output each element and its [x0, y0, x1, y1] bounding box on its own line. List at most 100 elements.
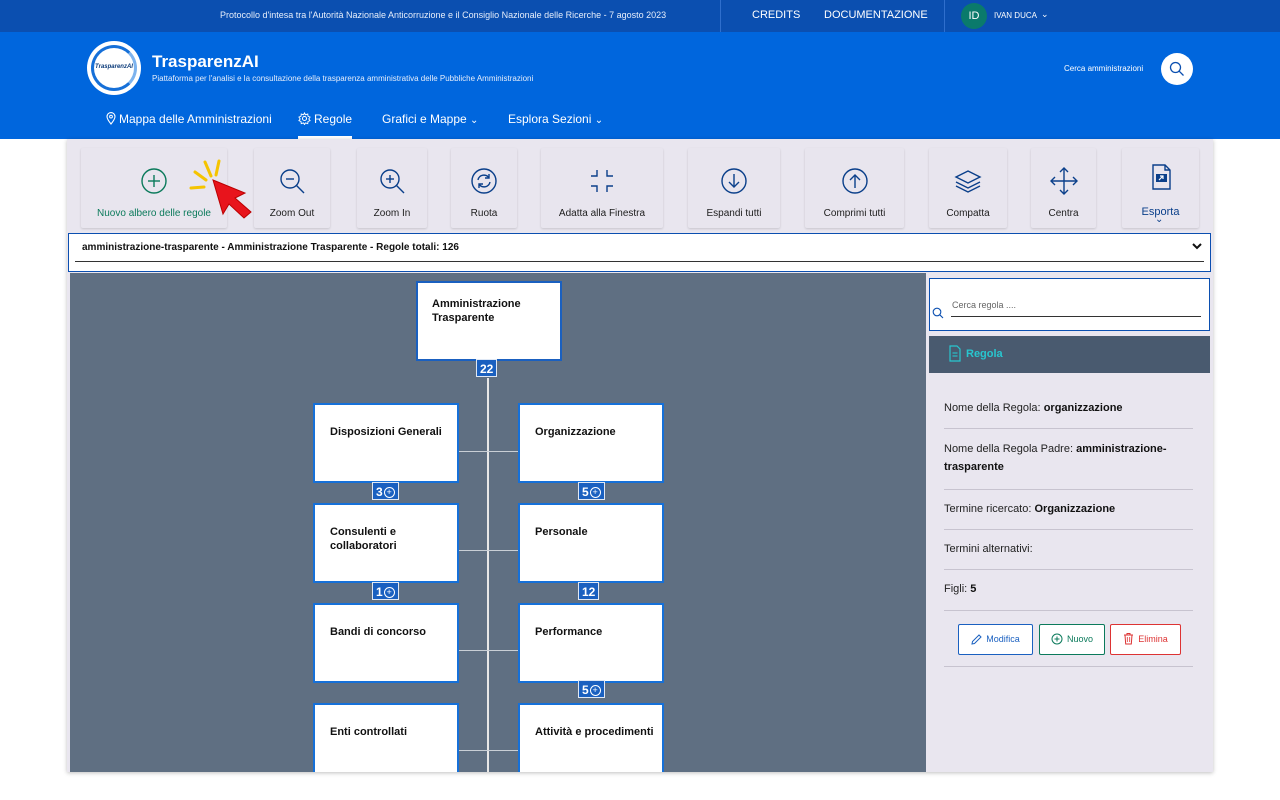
tree-node[interactable]: Enti controllati [313, 703, 459, 772]
tree-node[interactable]: Disposizioni Generali [313, 403, 459, 483]
zoom-in-label: Zoom In [373, 208, 411, 219]
node-count: 3 [376, 485, 383, 499]
rules-workspace: Nuovo albero delle regole Zoom Out Zoom … [67, 139, 1213, 772]
chevron-down-icon[interactable]: ⌄ [1041, 9, 1049, 20]
children-value: 5 [970, 583, 977, 595]
children-row: Figli: 5 [944, 570, 1193, 611]
nav-charts-label: Grafici e Mappe [382, 112, 467, 126]
tree-selector[interactable]: amministrazione-trasparente - Amministra… [68, 233, 1211, 272]
expand-all-label: Espandi tutti [706, 208, 762, 219]
node-count: 5 [582, 485, 589, 499]
search-term-row: Termine ricercato: Organizzazione [944, 490, 1193, 530]
edit-rule-label: Modifica [986, 634, 1020, 644]
documentation-link[interactable]: DOCUMENTAZIONE [824, 9, 928, 21]
plus-circle-icon [141, 168, 167, 194]
nav-map[interactable]: Mappa delle Amministrazioni [106, 104, 272, 139]
tree-connector [458, 750, 518, 751]
node-expand-badge[interactable]: 5 + [578, 680, 605, 698]
node-expand-badge[interactable]: 1 + [372, 582, 399, 600]
node-expand-badge[interactable]: 3 + [372, 482, 399, 500]
rotate-icon [471, 168, 497, 194]
node-expand-badge[interactable]: 5 + [578, 482, 605, 500]
tree-connector [458, 650, 518, 651]
chevron-down-icon [1192, 243, 1202, 250]
divider [720, 0, 721, 32]
rule-detail-panel: Cerca regola .... Regola Nome della Rego… [926, 273, 1213, 772]
node-count-badge[interactable]: 12 [578, 582, 600, 600]
nav-rules[interactable]: Regole [298, 104, 353, 139]
node-label: Amministrazione Trasparente [432, 298, 521, 324]
node-label: Attività e procedimenti [535, 726, 654, 738]
tree-node[interactable]: Consulenti e collaboratori [313, 503, 459, 583]
tree-connector [487, 378, 489, 772]
search-button[interactable] [1161, 53, 1193, 85]
node-label: Enti controllati [330, 726, 407, 738]
brand-title[interactable]: TrasparenzAI [152, 52, 259, 72]
nav-rules-label: Regole [314, 112, 353, 126]
user-avatar[interactable]: ID [961, 3, 987, 29]
underline [951, 316, 1201, 317]
center-label: Centra [1048, 208, 1079, 219]
zoom-out-button[interactable]: Zoom Out [254, 148, 330, 228]
collapse-all-button[interactable]: Comprimi tutti [805, 148, 904, 228]
new-rule-button[interactable]: Nuovo [1039, 624, 1105, 655]
node-label: Consulenti e collaboratori [330, 526, 397, 552]
rule-name-row: Nome della Regola: organizzazione [944, 389, 1193, 429]
node-count: 5 [582, 683, 589, 697]
rule-search-field[interactable]: Cerca regola .... [929, 278, 1210, 331]
chevron-down-icon: ⌄ [1155, 214, 1164, 225]
tree-node[interactable]: Performance [518, 603, 664, 683]
top-utility-bar: Protocollo d'intesa tra l'Autorità Nazio… [0, 0, 1280, 32]
tree-connector [458, 451, 518, 452]
zoom-out-icon [280, 169, 305, 194]
credits-link[interactable]: CREDITS [752, 9, 800, 21]
nav-explore-label: Esplora Sezioni [508, 112, 592, 126]
edit-rule-button[interactable]: Modifica [958, 624, 1033, 655]
tree-node[interactable]: Attività e procedimenti [518, 703, 664, 772]
center-button[interactable]: Centra [1031, 148, 1096, 228]
nav-charts[interactable]: Grafici e Mappe ⌄ [382, 104, 478, 139]
parent-rule-label: Nome della Regola Padre: [944, 443, 1074, 455]
collapse-all-label: Comprimi tutti [823, 208, 886, 219]
rotate-label: Ruota [470, 208, 498, 219]
fit-window-label: Adatta alla Finestra [558, 208, 646, 219]
expand-all-button[interactable]: Espandi tutti [688, 148, 780, 228]
rule-search-placeholder: Cerca regola .... [952, 300, 1017, 310]
node-label: Personale [535, 526, 588, 538]
node-count-badge[interactable]: 22 [476, 359, 498, 377]
protocol-notice[interactable]: Protocollo d'intesa tra l'Autorità Nazio… [220, 10, 666, 20]
chevron-down-icon: ⌄ [470, 115, 479, 126]
rotate-button[interactable]: Ruota [451, 148, 517, 228]
new-rule-label: Nuovo [1066, 634, 1093, 644]
compact-button[interactable]: Compatta [929, 148, 1007, 228]
chevron-down-icon: ⌄ [594, 115, 604, 126]
tree-connector [458, 550, 518, 551]
divider [944, 666, 1193, 667]
node-label: Organizzazione [535, 426, 616, 438]
rule-name-value: organizzazione [1043, 402, 1123, 414]
parent-rule-row: Nome della Regola Padre: amministrazione… [944, 429, 1193, 490]
tree-selector-value: amministrazione-trasparente - Amministra… [82, 242, 459, 253]
arrow-down-circle-icon [721, 168, 747, 194]
node-label: Performance [535, 626, 603, 638]
delete-rule-button[interactable]: Elimina [1110, 624, 1181, 655]
node-count: 1 [376, 585, 383, 599]
export-button[interactable]: Esporta ⌄ [1122, 148, 1199, 228]
tree-node-root[interactable]: Amministrazione Trasparente [416, 281, 562, 361]
compact-label: Compatta [946, 208, 990, 219]
tree-node[interactable]: Bandi di concorso [313, 603, 459, 683]
user-name[interactable]: IVAN DUCA [994, 11, 1037, 20]
new-tree-button[interactable]: Nuovo albero delle regole [81, 148, 252, 228]
map-pin-icon [106, 112, 116, 125]
tree-node[interactable]: Organizzazione [518, 403, 664, 483]
tree-canvas[interactable]: Amministrazione Trasparente 22 Disposizi… [70, 273, 926, 772]
zoom-in-button[interactable]: Zoom In [357, 148, 427, 228]
fit-window-button[interactable]: Adatta alla Finestra [541, 148, 663, 228]
zoom-out-label: Zoom Out [269, 208, 315, 219]
tree-node[interactable]: Personale [518, 503, 664, 583]
search-label[interactable]: Cerca amministrazioni [1064, 64, 1143, 73]
logo[interactable]: TrasparenzAI [87, 41, 141, 95]
shrink-icon [591, 170, 613, 192]
file-export-icon [1151, 164, 1171, 190]
nav-explore[interactable]: Esplora Sezioni ⌄ [508, 104, 603, 139]
